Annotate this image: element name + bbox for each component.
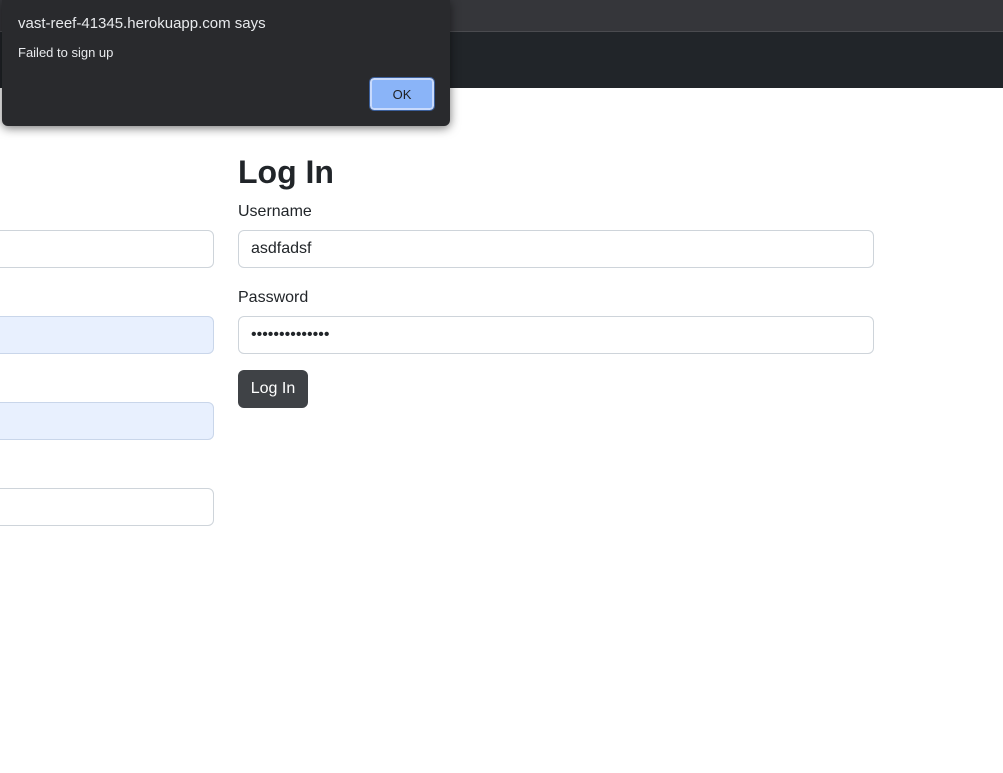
alert-title: vast-reef-41345.herokuapp.com says: [18, 15, 266, 32]
password-input[interactable]: [238, 316, 874, 354]
signup-extra-input[interactable]: [0, 488, 214, 526]
alert-dialog: vast-reef-41345.herokuapp.com says Faile…: [2, 0, 450, 126]
password-label: Password: [238, 289, 309, 306]
signup-confirm-password-input[interactable]: [0, 402, 214, 440]
login-button[interactable]: Log In: [238, 370, 308, 408]
signup-username-input[interactable]: [0, 230, 214, 268]
alert-message: Failed to sign up: [18, 45, 114, 60]
ok-button[interactable]: OK: [369, 77, 435, 111]
username-label: Username: [238, 203, 312, 220]
signup-form: [0, 88, 214, 773]
page-content: Log In Username Password Log In: [0, 88, 1003, 773]
login-title: Log In: [238, 154, 334, 190]
signup-password-input[interactable]: [0, 316, 214, 354]
username-input[interactable]: [238, 230, 874, 268]
